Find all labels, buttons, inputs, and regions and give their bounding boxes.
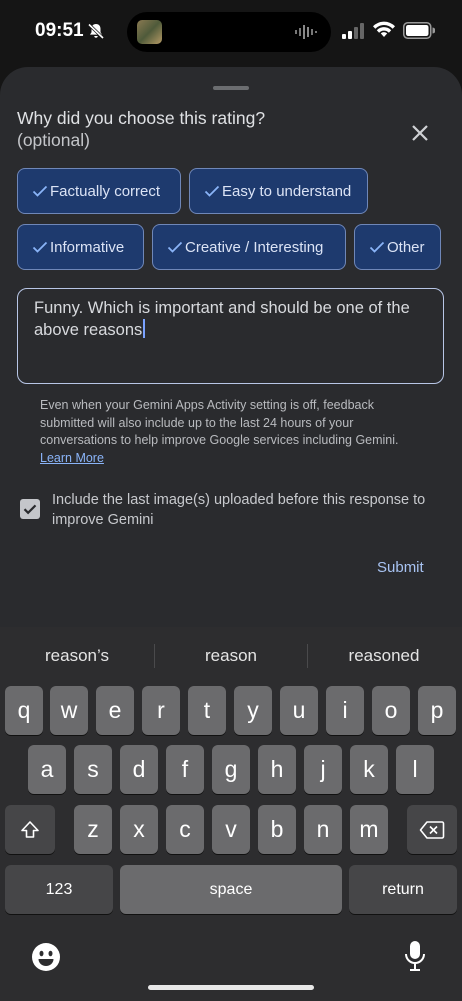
key-e[interactable]: e	[96, 686, 134, 735]
feedback-text-input[interactable]: Funny. Which is important and should be …	[17, 288, 444, 384]
chip-creative-interesting[interactable]: Creative / Interesting	[152, 224, 346, 270]
return-key[interactable]: return	[349, 865, 457, 914]
wifi-icon	[373, 21, 395, 37]
status-time: 09:51	[35, 20, 84, 41]
chip-informative[interactable]: Informative	[17, 224, 144, 270]
checkmark-icon	[23, 504, 37, 515]
check-icon	[32, 241, 48, 253]
key-t[interactable]: t	[188, 686, 226, 735]
text-caret	[143, 319, 145, 338]
key-l[interactable]: l	[396, 745, 434, 794]
chip-label: Easy to understand	[222, 182, 352, 200]
feedback-sheet: Why did you choose this rating? (optiona…	[0, 67, 462, 627]
key-v[interactable]: v	[212, 805, 250, 854]
suggestion-1[interactable]: reason’s	[0, 646, 154, 666]
backspace-icon	[419, 820, 445, 839]
submit-button[interactable]: Submit	[377, 559, 424, 576]
now-playing-artwork	[137, 20, 162, 44]
battery-icon	[403, 22, 435, 39]
sheet-title-text: Why did you choose this rating?	[17, 108, 266, 128]
include-images-checkbox[interactable]	[20, 499, 40, 519]
chip-label: Factually correct	[50, 182, 161, 200]
key-z[interactable]: z	[74, 805, 112, 854]
sheet-title: Why did you choose this rating? (optiona…	[17, 107, 347, 151]
key-c[interactable]: c	[166, 805, 204, 854]
bell-slash-icon	[87, 23, 105, 40]
status-bar: 09:51	[0, 0, 462, 64]
key-m[interactable]: m	[350, 805, 388, 854]
key-b[interactable]: b	[258, 805, 296, 854]
chip-factually-correct[interactable]: Factually correct	[17, 168, 181, 214]
key-k[interactable]: k	[350, 745, 388, 794]
sheet-subtitle: (optional)	[17, 130, 90, 150]
key-n[interactable]: n	[304, 805, 342, 854]
keyboard: reason’s reason reasoned q w e r t y u i…	[0, 627, 462, 1001]
key-a[interactable]: a	[28, 745, 66, 794]
key-h[interactable]: h	[258, 745, 296, 794]
numbers-key[interactable]: 123	[5, 865, 113, 914]
chip-other[interactable]: Other	[354, 224, 441, 270]
shift-key[interactable]	[5, 805, 55, 854]
check-icon	[204, 185, 220, 197]
chip-label: Informative	[50, 238, 125, 256]
audio-waveform-icon	[295, 25, 317, 39]
key-u[interactable]: u	[280, 686, 318, 735]
suggestion-2[interactable]: reason	[154, 646, 308, 666]
key-r[interactable]: r	[142, 686, 180, 735]
home-indicator[interactable]	[148, 985, 314, 990]
feedback-text-value: Funny. Which is important and should be …	[34, 299, 410, 339]
dynamic-island[interactable]	[127, 12, 331, 52]
key-y[interactable]: y	[234, 686, 272, 735]
chip-label: Other	[387, 238, 425, 256]
check-icon	[167, 241, 183, 253]
check-icon	[369, 241, 385, 253]
suggestion-3[interactable]: reasoned	[307, 646, 461, 666]
chip-easy-to-understand[interactable]: Easy to understand	[189, 168, 368, 214]
shift-icon	[21, 820, 39, 838]
key-x[interactable]: x	[120, 805, 158, 854]
key-q[interactable]: q	[5, 686, 43, 735]
key-j[interactable]: j	[304, 745, 342, 794]
drag-handle[interactable]	[213, 86, 249, 90]
emoji-icon[interactable]	[31, 942, 61, 972]
check-icon	[32, 185, 48, 197]
key-s[interactable]: s	[74, 745, 112, 794]
microphone-icon[interactable]	[403, 940, 427, 972]
chip-label: Creative / Interesting	[185, 238, 324, 256]
feedback-disclaimer: Even when your Gemini Apps Activity sett…	[40, 397, 420, 467]
key-i[interactable]: i	[326, 686, 364, 735]
cellular-signal-icon	[342, 23, 364, 39]
space-key[interactable]: space	[120, 865, 342, 914]
key-p[interactable]: p	[418, 686, 456, 735]
delete-key[interactable]	[407, 805, 457, 854]
disclaimer-text: Even when your Gemini Apps Activity sett…	[40, 398, 399, 447]
key-g[interactable]: g	[212, 745, 250, 794]
learn-more-link[interactable]: Learn More	[40, 451, 104, 465]
key-w[interactable]: w	[50, 686, 88, 735]
close-icon[interactable]	[406, 119, 434, 147]
key-o[interactable]: o	[372, 686, 410, 735]
key-f[interactable]: f	[166, 745, 204, 794]
key-d[interactable]: d	[120, 745, 158, 794]
include-images-label: Include the last image(s) uploaded befor…	[52, 492, 426, 528]
